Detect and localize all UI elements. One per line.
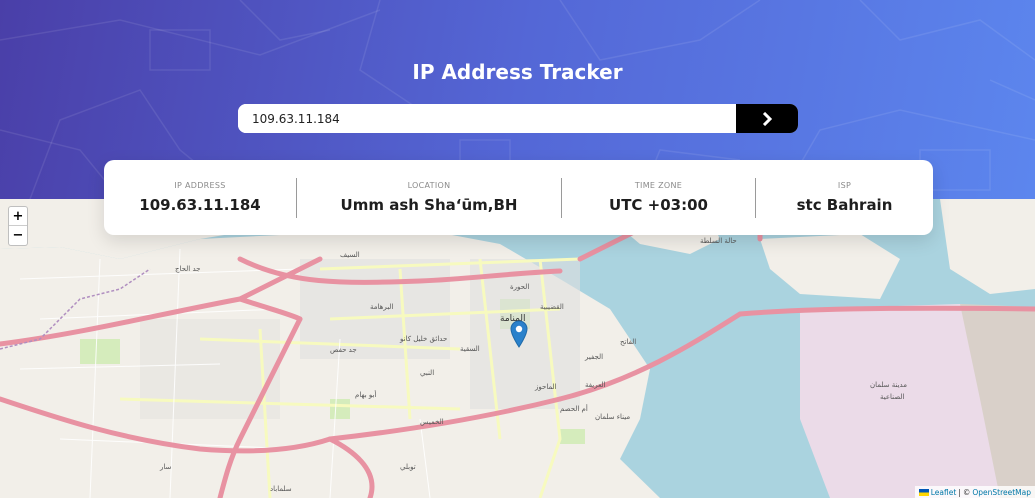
chevron-right-icon [762,111,773,126]
map-view[interactable]: المنامة السقية الحورة القضيبية الجفير ال… [0,199,1035,498]
ip-info-panel: IP ADDRESS 109.63.11.184 LOCATION Umm as… [104,160,933,235]
svg-text:الخميس: الخميس [420,418,444,426]
ip-address-value: 109.63.11.184 [139,196,261,214]
ip-search-input[interactable] [238,104,736,133]
svg-text:البرهامة: البرهامة [370,303,393,311]
svg-text:جد حفص: جد حفص [330,346,357,354]
svg-text:السيف: السيف [340,251,360,259]
isp-cell: ISP stc Bahrain [756,181,933,214]
timezone-label: TIME ZONE [634,181,683,190]
svg-text:حالة السلطة: حالة السلطة [700,237,737,245]
svg-text:الحورة: الحورة [510,283,529,291]
svg-text:جد الحاج: جد الحاج [175,265,200,273]
zoom-control: + − [8,206,28,246]
svg-text:الماحوز: الماحوز [534,383,557,391]
svg-text:السقية: السقية [460,345,480,353]
attribution-copyright: © [962,487,971,497]
svg-text:سلماباد: سلماباد [270,485,292,493]
isp-label: ISP [837,181,852,190]
ip-search-form [238,104,798,133]
page-title: IP Address Tracker [412,60,623,84]
svg-text:النبي: النبي [420,369,434,377]
zoom-out-button[interactable]: − [9,226,27,245]
svg-text:ميناء سلمان: ميناء سلمان [595,413,630,421]
map-attribution: Leaflet | © OpenStreetMap [914,486,1035,498]
location-label: LOCATION [407,181,451,190]
ip-address-label: IP ADDRESS [174,181,226,190]
svg-text:العريفة: العريفة [585,381,606,389]
svg-text:حدائق خليل كانو: حدائق خليل كانو [399,335,447,343]
map-tiles: المنامة السقية الحورة القضيبية الجفير ال… [0,199,1035,498]
openstreetmap-link[interactable]: OpenStreetMap [972,488,1031,497]
isp-value: stc Bahrain [796,196,893,214]
svg-text:توبلي: توبلي [400,463,416,471]
svg-text:أبو بهام: أبو بهام [355,390,376,399]
svg-text:الصناعية: الصناعية [880,393,904,401]
location-cell: LOCATION Umm ash Sha‘ūm,BH [297,181,561,214]
zoom-in-button[interactable]: + [9,207,27,226]
ip-address-cell: IP ADDRESS 109.63.11.184 [104,181,296,214]
attribution-separator: | [958,487,961,497]
svg-text:القضيبية: القضيبية [540,303,564,311]
leaflet-link[interactable]: Leaflet [931,488,957,497]
location-value: Umm ash Sha‘ūm,BH [340,196,518,214]
search-submit-button[interactable] [736,104,798,133]
svg-text:أم الحصم: أم الحصم [560,404,588,413]
timezone-value: UTC +03:00 [609,196,708,214]
svg-text:سار: سار [159,463,172,471]
location-marker-icon[interactable] [510,320,528,348]
svg-text:الفاتح: الفاتح [620,338,636,346]
timezone-cell: TIME ZONE UTC +03:00 [562,181,755,214]
svg-text:الجفير: الجفير [584,353,603,361]
svg-text:مدينة سلمان: مدينة سلمان [870,381,907,389]
ukraine-flag-icon [918,488,929,496]
